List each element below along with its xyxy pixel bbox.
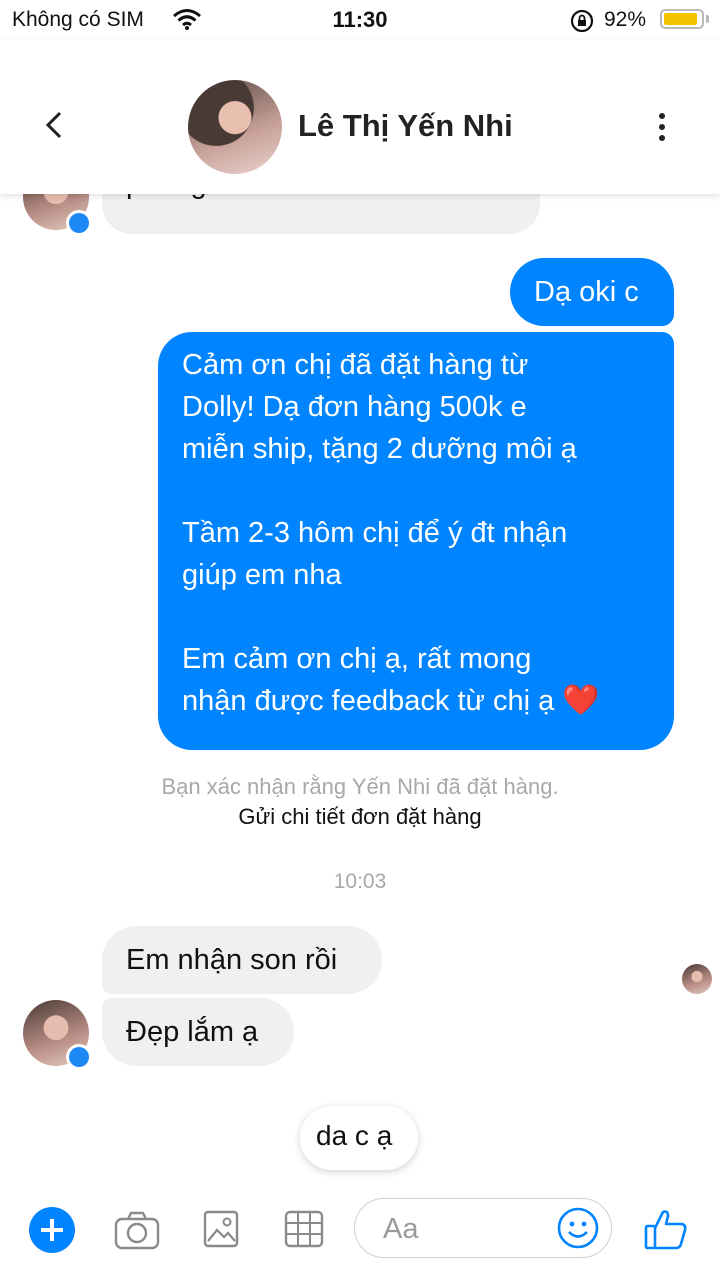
message-text: Dạ oki c (534, 276, 639, 308)
image-icon[interactable] (203, 1210, 239, 1253)
message-bubble-outgoing-order[interactable]: Cảm ơn chị đã đặt hàng từ Dolly! Dạ đơn … (158, 332, 674, 750)
messenger-badge-icon (66, 1044, 92, 1070)
thumbs-up-icon[interactable] (644, 1208, 688, 1255)
message-text: phong (126, 194, 207, 204)
back-chevron-icon[interactable] (40, 110, 70, 140)
status-bar: Không có SIM 11:30 92% (0, 0, 720, 40)
timestamp: 10:03 (333, 870, 387, 893)
message-text: Em nhận son rồi (126, 944, 338, 976)
conversation-header: Lê Thị Yến Nhi (0, 40, 720, 194)
contact-name[interactable]: Lê Thị Yến Nhi (298, 108, 513, 144)
battery-percent: 92% (604, 8, 647, 31)
contact-avatar[interactable] (188, 80, 282, 174)
quick-reply-text: da c ạ (316, 1120, 393, 1151)
more-vertical-icon[interactable] (652, 112, 672, 142)
message-line: miễn ship, tặng 2 dưỡng môi ạ (182, 433, 577, 465)
message-bubble-incoming[interactable]: Đẹp lắm ạ (102, 998, 294, 1066)
message-line: Tầm 2-3 hôm chị để ý đt nhận (182, 517, 568, 549)
system-notice: Bạn xác nhận rằng Yến Nhi đã đặt hàng. (161, 774, 559, 799)
heart-emoji: ❤️ (562, 684, 600, 717)
message-input[interactable] (381, 1211, 545, 1247)
message-input-wrap[interactable] (354, 1198, 612, 1258)
message-bubble-incoming[interactable]: phong (102, 194, 540, 234)
message-bubble-outgoing[interactable]: Dạ oki c (510, 258, 674, 326)
message-line: nhận được feedback từ chị ạ (182, 685, 555, 717)
send-order-details-link[interactable]: Gửi chi tiết đơn đặt hàng (0, 804, 720, 830)
battery-nub (706, 15, 709, 23)
camera-icon[interactable] (114, 1210, 160, 1255)
message-text: Đẹp lắm ạ (126, 1016, 259, 1048)
order-message-text: Cảm ơn chị đã đặt hàng từ Dolly! Dạ đơn … (182, 344, 600, 722)
message-line: Em cảm ơn chị ạ, rất mong (182, 643, 532, 675)
composer-bar (0, 1190, 720, 1280)
message-bubble-incoming[interactable]: Em nhận son rồi (102, 926, 382, 994)
grid-icon[interactable] (284, 1210, 324, 1253)
plus-icon[interactable] (29, 1207, 75, 1253)
messenger-badge-icon (66, 210, 92, 236)
message-line: Dolly! Dạ đơn hàng 500k e (182, 391, 527, 423)
lock-rotation-icon (569, 8, 595, 39)
message-list[interactable]: phong Dạ oki c Cảm ơn chị đã đặt hàng từ… (0, 194, 720, 1190)
battery-icon (660, 9, 704, 29)
message-line: Cảm ơn chị đã đặt hàng từ (182, 349, 529, 381)
seen-avatar (682, 964, 712, 994)
message-line: giúp em nha (182, 559, 342, 591)
emoji-icon[interactable] (557, 1207, 599, 1254)
quick-reply-chip[interactable]: da c ạ (300, 1106, 418, 1170)
